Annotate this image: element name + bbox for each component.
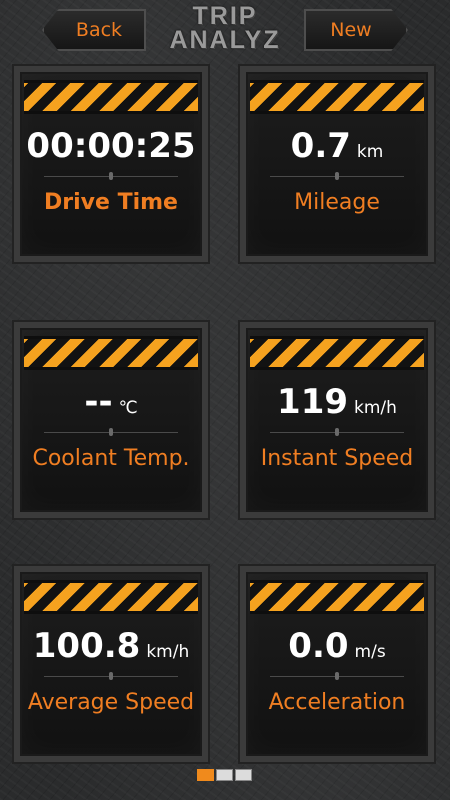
coolant-temp-label: Coolant Temp. [32, 446, 190, 471]
tile-divider [44, 672, 178, 680]
mileage-value: 0.7 [290, 126, 351, 166]
tile-value-row: -- ℃ [20, 382, 202, 422]
hazard-stripe [24, 336, 198, 370]
mileage-label: Mileage [294, 190, 380, 215]
tile-divider [270, 172, 404, 180]
hazard-stripe [250, 336, 424, 370]
new-button-label: New [330, 19, 372, 41]
acceleration-value: 0.0 [288, 626, 349, 666]
instant-speed-label: Instant Speed [260, 446, 414, 471]
page-indicator[interactable] [197, 769, 252, 781]
page-dot-3[interactable] [235, 769, 252, 781]
tile-coolant-temp[interactable]: -- ℃ Coolant Temp. [14, 322, 208, 518]
page-dot-1[interactable] [197, 769, 214, 781]
hazard-stripe [24, 580, 198, 614]
coolant-temp-unit: ℃ [118, 398, 138, 418]
tile-mileage[interactable]: 0.7 km Mileage [240, 66, 434, 262]
header-bar: Back TRIP ANALYZ New [0, 0, 450, 62]
page-dot-2[interactable] [216, 769, 233, 781]
average-speed-unit: km/h [146, 642, 190, 662]
mileage-unit: km [356, 142, 384, 162]
new-trip-button[interactable]: New [304, 9, 408, 51]
hazard-stripe [250, 80, 424, 114]
tile-value-row: 0.7 km [246, 126, 428, 166]
tile-divider [44, 172, 178, 180]
drive-time-label: Drive Time [44, 190, 178, 215]
tile-value-row: 100.8 km/h [20, 626, 202, 666]
hazard-stripe [24, 80, 198, 114]
drive-time-value: 00:00:25 [26, 126, 196, 166]
coolant-temp-value: -- [84, 382, 113, 422]
average-speed-label: Average Speed [27, 690, 195, 715]
tile-divider [44, 428, 178, 436]
tile-divider [270, 428, 404, 436]
back-button[interactable]: Back [42, 9, 146, 51]
tile-divider [270, 672, 404, 680]
acceleration-unit: m/s [354, 642, 386, 662]
tile-value-row: 0.0 m/s [246, 626, 428, 666]
hazard-stripe [250, 580, 424, 614]
tile-instant-speed[interactable]: 119 km/h Instant Speed [240, 322, 434, 518]
tile-average-speed[interactable]: 100.8 km/h Average Speed [14, 566, 208, 762]
acceleration-label: Acceleration [268, 690, 406, 715]
instant-speed-unit: km/h [354, 398, 397, 418]
logo-line1: TRIP [192, 2, 258, 30]
app-logo: TRIP ANALYZ [150, 2, 300, 54]
instant-speed-value: 119 [277, 382, 349, 422]
tile-drive-time[interactable]: 00:00:25 Drive Time [14, 66, 208, 262]
back-button-label: Back [75, 19, 123, 41]
tile-value-row: 119 km/h [246, 382, 428, 422]
tile-acceleration[interactable]: 0.0 m/s Acceleration [240, 566, 434, 762]
logo-line2: ANALYZ [169, 26, 281, 54]
average-speed-value: 100.8 [32, 626, 141, 666]
tile-value-row: 00:00:25 [20, 126, 202, 166]
